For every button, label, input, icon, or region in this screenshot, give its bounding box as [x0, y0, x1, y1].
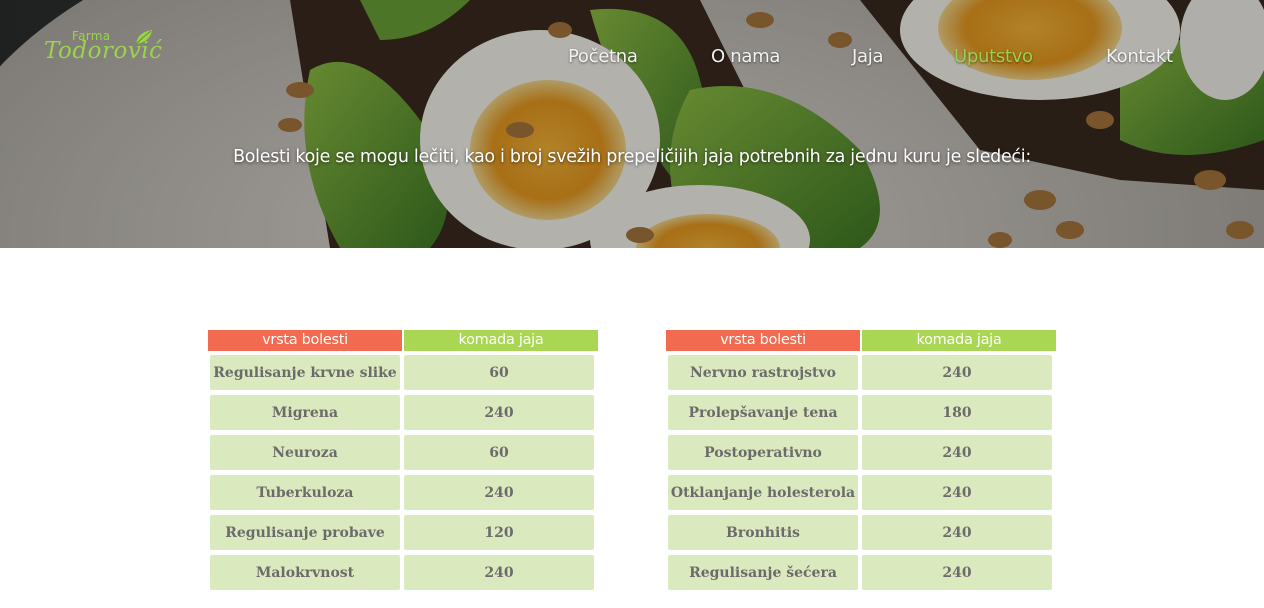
nav-item-pocetna[interactable]: Početna: [568, 46, 638, 67]
disease-cell: Regulisanje krvne slike: [210, 355, 400, 390]
egg-count-cell: 240: [862, 555, 1052, 590]
egg-count-cell: 180: [862, 395, 1052, 430]
table-row: Nervno rastrojstvo 240: [666, 353, 1058, 393]
disease-cell: Otklanjanje holesterola: [668, 475, 858, 510]
disease-cell: Neuroza: [210, 435, 400, 470]
nav-item-o-nama[interactable]: O nama: [711, 46, 780, 67]
column-header-disease: vrsta bolesti: [208, 330, 402, 351]
hero-banner: Farma Todorović Početna O nama Jaja Uput…: [0, 0, 1264, 248]
disease-cell: Regulisanje probave: [210, 515, 400, 550]
table-row: Prolepšavanje tena 180: [666, 393, 1058, 433]
table-row: Bronhitis 240: [666, 513, 1058, 553]
table-row: Regulisanje šećera 240: [666, 553, 1058, 593]
egg-count-cell: 240: [404, 475, 594, 510]
disease-cell: Tuberkuloza: [210, 475, 400, 510]
disease-table-right: vrsta bolesti komada jaja Nervno rastroj…: [666, 330, 1058, 593]
disease-cell: Migrena: [210, 395, 400, 430]
egg-count-cell: 240: [862, 435, 1052, 470]
egg-count-cell: 120: [404, 515, 594, 550]
egg-count-cell: 60: [404, 435, 594, 470]
egg-count-cell: 60: [404, 355, 594, 390]
nav-item-kontakt[interactable]: Kontakt: [1106, 46, 1173, 67]
egg-count-cell: 240: [404, 395, 594, 430]
disease-cell: Postoperativno: [668, 435, 858, 470]
nav-item-jaja[interactable]: Jaja: [852, 46, 883, 67]
table-row: Regulisanje krvne slike 60: [208, 353, 600, 393]
disease-cell: Regulisanje šećera: [668, 555, 858, 590]
table-row: Malokrvnost 240: [208, 553, 600, 593]
column-header-eggs: komada jaja: [862, 330, 1056, 351]
disease-cell: Nervno rastrojstvo: [668, 355, 858, 390]
hero-heading: Bolesti koje se mogu lečiti, kao i broj …: [233, 147, 1031, 167]
disease-cell: Prolepšavanje tena: [668, 395, 858, 430]
table-row: Neuroza 60: [208, 433, 600, 473]
egg-count-cell: 240: [862, 515, 1052, 550]
disease-table-left: vrsta bolesti komada jaja Regulisanje kr…: [208, 330, 600, 593]
column-header-disease: vrsta bolesti: [666, 330, 860, 351]
egg-count-cell: 240: [862, 475, 1052, 510]
egg-count-cell: 240: [404, 555, 594, 590]
table-row: Migrena 240: [208, 393, 600, 433]
main-navigation: Početna O nama Jaja Uputstvo Kontakt: [0, 46, 1264, 70]
table-row: Tuberkuloza 240: [208, 473, 600, 513]
table-row: Regulisanje probave 120: [208, 513, 600, 553]
table-row: Otklanjanje holesterola 240: [666, 473, 1058, 513]
hero-food-image: [0, 0, 1264, 248]
egg-count-cell: 240: [862, 355, 1052, 390]
nav-item-uputstvo[interactable]: Uputstvo: [954, 46, 1033, 67]
disease-cell: Bronhitis: [668, 515, 858, 550]
table-row: Postoperativno 240: [666, 433, 1058, 473]
table-header: vrsta bolesti komada jaja: [666, 330, 1058, 351]
table-header: vrsta bolesti komada jaja: [208, 330, 600, 351]
disease-cell: Malokrvnost: [210, 555, 400, 590]
column-header-eggs: komada jaja: [404, 330, 598, 351]
